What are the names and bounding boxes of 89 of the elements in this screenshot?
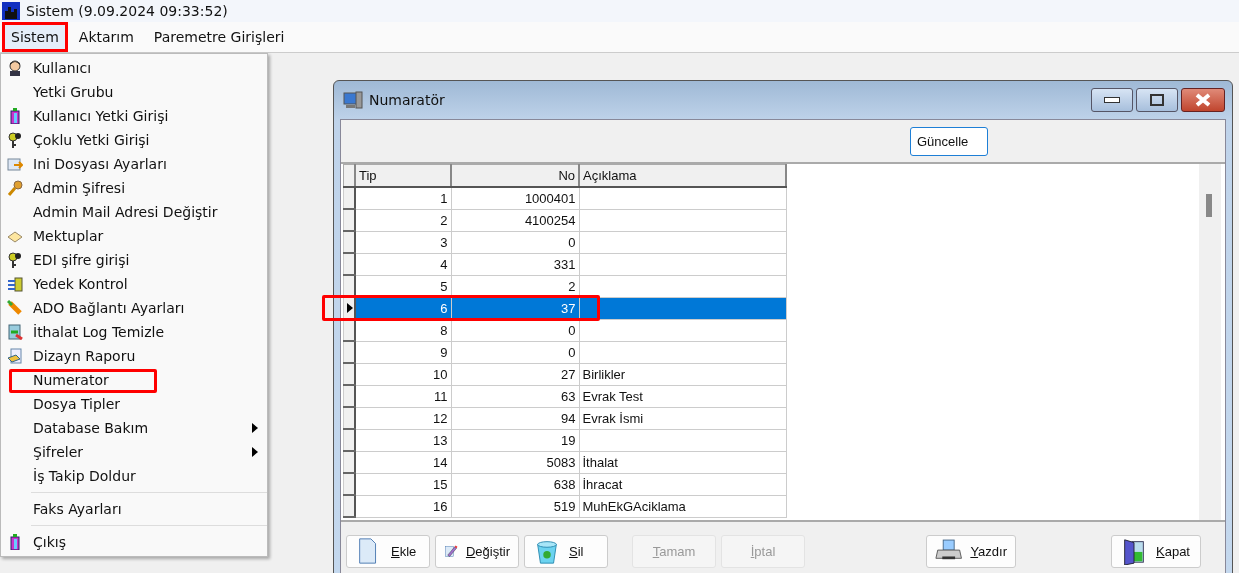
table-cell: 3	[355, 231, 451, 253]
menu-item[interactable]: Faks Ayarları	[1, 497, 267, 521]
menu-item-icon	[7, 252, 23, 268]
table-cell: Evrak İsmi	[579, 407, 786, 429]
menu-item-icon	[7, 276, 23, 292]
menu-item[interactable]: Yedek Kontrol	[1, 272, 267, 296]
menu-item-icon	[7, 534, 23, 550]
menu-item[interactable]: Kullanıcı	[1, 56, 267, 80]
table-cell: 12	[355, 407, 451, 429]
table-cell: 4100254	[451, 209, 579, 231]
dialog-title: Numaratör	[369, 92, 446, 108]
row-pointer-icon	[347, 303, 353, 313]
table-cell: 8	[355, 319, 451, 341]
table-cell: Evrak Test	[579, 385, 786, 407]
table-cell: 11	[355, 385, 451, 407]
menu-item[interactable]: İş Takip Doldur	[1, 464, 267, 488]
table-cell: 27	[451, 363, 579, 385]
scrollbar-thumb[interactable]	[1206, 194, 1212, 217]
column-header[interactable]: Açıklama	[579, 164, 786, 187]
menu-bar-item[interactable]: Aktarım	[69, 22, 143, 52]
menu-item-icon	[7, 132, 23, 148]
menu-bar-item[interactable]: Sistem	[2, 22, 68, 52]
table-cell: 16	[355, 495, 451, 517]
menu-item[interactable]: Şifreler	[1, 440, 267, 464]
table-cell: 19	[451, 429, 579, 451]
table-cell: 4	[355, 253, 451, 275]
table-cell: İhracat	[579, 473, 786, 495]
menu-item-icon	[7, 180, 23, 196]
submenu-arrow-icon	[252, 423, 258, 433]
menu-item[interactable]: Yetki Grubu	[1, 80, 267, 104]
table-cell: 0	[451, 319, 579, 341]
table-cell: 638	[451, 473, 579, 495]
table-cell: 0	[451, 231, 579, 253]
app-icon	[2, 2, 20, 20]
minimize-button[interactable]	[1091, 88, 1133, 112]
menu-item[interactable]: Numerator	[1, 368, 267, 392]
table-cell: 5083	[451, 451, 579, 473]
table-cell: MuhEkGAciklama	[579, 495, 786, 517]
table-cell: 1	[355, 187, 451, 209]
menu-item[interactable]: Dizayn Raporu	[1, 344, 267, 368]
table-cell: 63	[451, 385, 579, 407]
minimize-icon	[1104, 97, 1120, 103]
table-cell: 9	[355, 341, 451, 363]
menu-item[interactable]: Çoklu Yetki Girişi	[1, 128, 267, 152]
menu-item-icon	[7, 156, 23, 172]
close-icon	[1195, 93, 1211, 107]
refresh-button[interactable]: Güncelle	[910, 126, 988, 156]
menu-item[interactable]: Ini Dosyası Ayarları	[1, 152, 267, 176]
menu-item[interactable]: Çıkış	[1, 530, 267, 554]
table-cell: 94	[451, 407, 579, 429]
table-cell: 2	[355, 209, 451, 231]
computer-icon	[343, 91, 363, 109]
menu-item[interactable]: İthalat Log Temizle	[1, 320, 267, 344]
table-cell: 331	[451, 253, 579, 275]
dialog-button[interactable]: Sil	[524, 534, 608, 568]
menu-bar-item[interactable]: Paremetre Girişleri	[144, 22, 294, 52]
maximize-icon	[1150, 94, 1164, 106]
dialog-button[interactable]: Ekle	[346, 534, 430, 568]
menu-item[interactable]: ADO Bağlantı Ayarları	[1, 296, 267, 320]
menu-item-icon	[7, 324, 23, 340]
table-cell: 519	[451, 495, 579, 517]
close-button[interactable]	[1181, 88, 1225, 112]
window-title: Sistem (9.09.2024 09:33:52)	[26, 3, 228, 19]
column-header[interactable]: No	[451, 164, 579, 187]
menu-item[interactable]: Admin Mail Adresi Değiştir	[1, 200, 267, 224]
menu-item-icon	[7, 108, 23, 124]
dialog-button[interactable]: Yazdır	[926, 534, 1016, 568]
dialog-button[interactable]: Kapat	[1111, 534, 1201, 568]
maximize-button[interactable]	[1136, 88, 1178, 112]
menu-item-icon	[7, 60, 23, 76]
table-cell: 15	[355, 473, 451, 495]
menu-item[interactable]: Dosya Tipler	[1, 392, 267, 416]
table-cell: 10	[355, 363, 451, 385]
table-cell: İthalat	[579, 451, 786, 473]
table-cell: 13	[355, 429, 451, 451]
menu-item[interactable]: Admin Şifresi	[1, 176, 267, 200]
menu-item[interactable]: EDI şifre girişi	[1, 248, 267, 272]
table-cell: 0	[451, 341, 579, 363]
table-cell: Birlikler	[579, 363, 786, 385]
menu-item-icon	[7, 348, 23, 364]
menu-item-icon	[7, 300, 23, 316]
dialog-button[interactable]: Değiştir	[435, 534, 519, 568]
menu-item[interactable]: Database Bakım	[1, 416, 267, 440]
table-cell: 14	[355, 451, 451, 473]
menu-item[interactable]: Kullanıcı Yetki Girişi	[1, 104, 267, 128]
menu-item[interactable]: Mektuplar	[1, 224, 267, 248]
submenu-arrow-icon	[252, 447, 258, 457]
table-cell: 1000401	[451, 187, 579, 209]
column-header[interactable]: Tip	[355, 164, 451, 187]
